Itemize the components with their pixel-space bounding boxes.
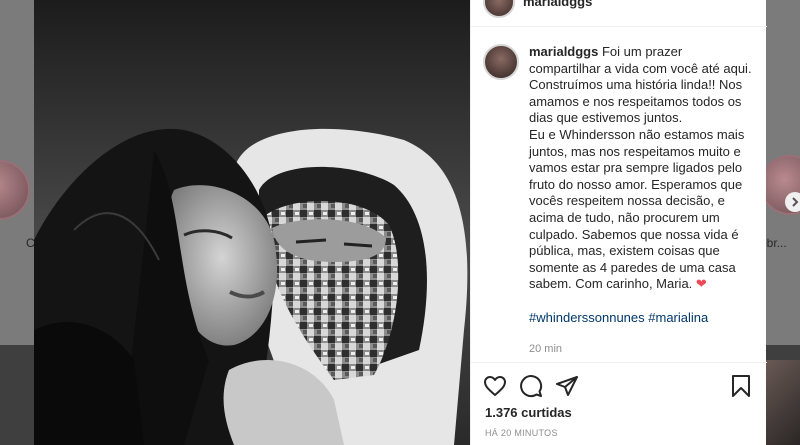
hashtags: #whinderssonnunes #marialina: [529, 310, 763, 327]
heart-emoji: ❤: [695, 276, 707, 292]
caption-line: fruto do nosso amor. Esperamos que: [529, 176, 743, 192]
actions-divider: [471, 362, 767, 363]
speech-bubble-icon: [520, 375, 543, 398]
post-sidebar: marialdggs marialdggs Foi um prazer comp…: [470, 0, 767, 445]
caption-line: culpado. Sabemos que nossa vida é: [529, 226, 739, 242]
post-timestamp: HÁ 20 MINUTOS: [485, 428, 558, 438]
caption-line: vamos estar pra sempre ligados pelo: [529, 160, 743, 176]
heart-outline-icon: [484, 376, 506, 396]
caption-line: Eu e Whindersson não estamos mais: [529, 126, 745, 142]
caption-line: juntos, mas nos respeitamos muito e: [529, 143, 741, 159]
caption-avatar[interactable]: [483, 44, 519, 80]
save-button[interactable]: [729, 374, 753, 398]
caption-line: somente as 4 paredes de uma casa: [529, 259, 736, 275]
paper-plane-icon: [556, 376, 578, 396]
next-story-button[interactable]: [785, 192, 800, 212]
caption-text: marialdggs Foi um prazer compartilhar a …: [529, 44, 763, 293]
hashtag-link[interactable]: #marialina: [648, 310, 708, 325]
author-username[interactable]: marialdggs: [523, 0, 592, 9]
hashtag-link[interactable]: #whinderssonnunes: [529, 310, 645, 325]
post-image: [34, 0, 470, 445]
comment-time: 20 min: [529, 342, 563, 355]
caption-line: Foi um prazer: [601, 44, 683, 59]
caption-line: Construímos uma história linda!! Nos: [529, 77, 743, 93]
share-button[interactable]: [555, 374, 579, 398]
background-story-avatar[interactable]: [0, 160, 30, 220]
caption-line: acima de tudo, não procurem um: [529, 209, 720, 225]
caption-body: marialdggs Foi um prazer compartilhar a …: [529, 44, 763, 357]
like-button[interactable]: [483, 374, 507, 398]
background-thumbnail: [765, 360, 800, 445]
chevron-right-icon: [792, 197, 799, 207]
author-avatar[interactable]: [483, 0, 515, 18]
header-divider: [471, 26, 767, 27]
caption-line: compartilhar a vida com você até aqui.: [529, 60, 752, 76]
bookmark-icon: [732, 375, 750, 397]
post-modal: marialdggs marialdggs Foi um prazer comp…: [34, 0, 767, 445]
post-photo[interactable]: [34, 0, 470, 445]
caption-line: sabem. Com carinho, Maria.: [529, 276, 693, 292]
comment-button[interactable]: [519, 374, 543, 398]
caption-line: dias que estivemos juntos.: [529, 110, 683, 126]
likes-count[interactable]: 1.376 curtidas: [485, 405, 572, 420]
caption-line: vocês respeitem nossa decisão, e: [529, 193, 725, 209]
caption-line: amamos e nos respeitamos todos os: [529, 93, 742, 109]
caption-line: pública, mas, existem coisas que: [529, 243, 720, 259]
caption-username[interactable]: marialdggs: [529, 44, 598, 59]
